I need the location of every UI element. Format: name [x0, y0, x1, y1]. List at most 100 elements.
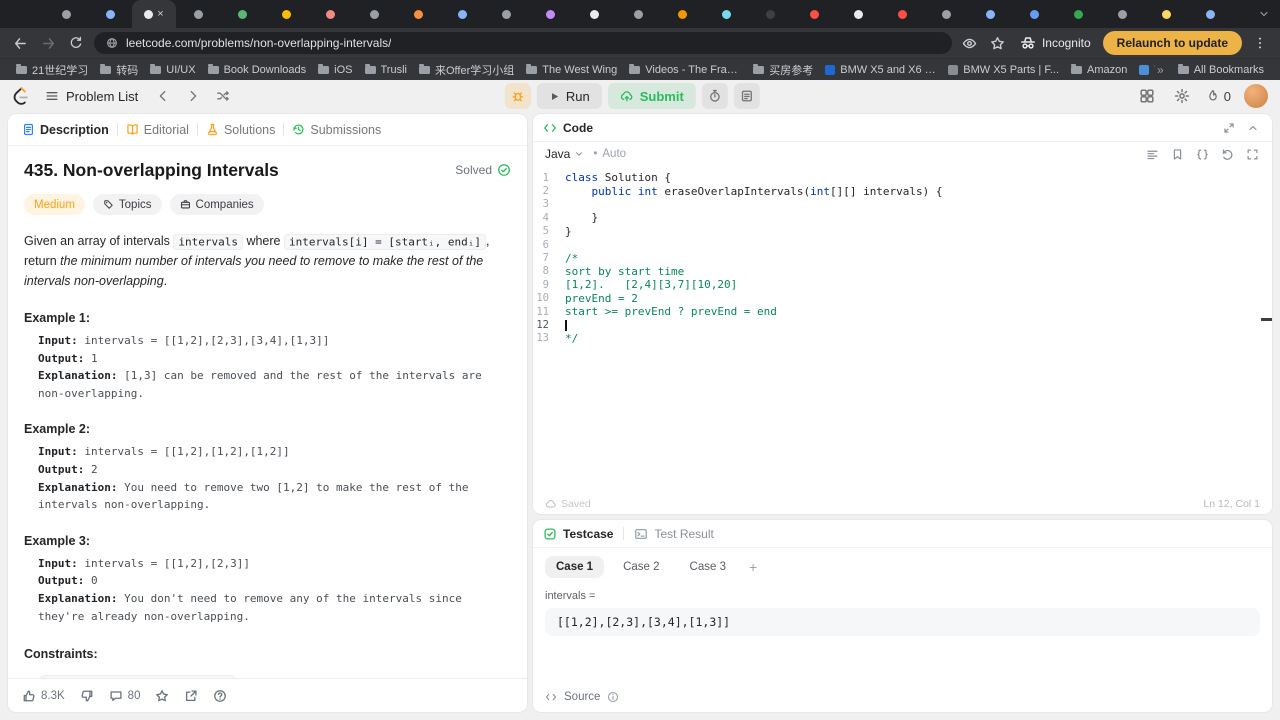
bookmark-item[interactable]: Amazon: [1065, 60, 1133, 80]
code-line[interactable]: 7/*: [533, 251, 1272, 265]
dislike-button[interactable]: [80, 689, 94, 703]
browser-tab[interactable]: [880, 0, 924, 28]
url-text[interactable]: leetcode.com/problems/non-overlapping-in…: [126, 36, 391, 50]
run-button[interactable]: Run: [536, 83, 602, 109]
reload-icon[interactable]: [66, 33, 86, 53]
panel-collapse-chevron-icon[interactable]: [1244, 119, 1262, 137]
bookmark-star-icon[interactable]: [988, 33, 1008, 53]
bookmark-item[interactable]: 转码: [94, 60, 144, 80]
bookmark-item[interactable]: BMW X5 Parts | F...: [942, 60, 1065, 80]
case-2-tab[interactable]: Case 2: [612, 556, 670, 578]
code-line[interactable]: 9 [1,2]. [2,4][3,7][10,20]: [533, 278, 1272, 291]
browser-tab[interactable]: [1100, 0, 1144, 28]
browser-tab[interactable]: [924, 0, 968, 28]
feedback-button[interactable]: [213, 689, 227, 703]
browser-tab[interactable]: [264, 0, 308, 28]
favorite-button[interactable]: [155, 689, 169, 703]
browser-tab[interactable]: [220, 0, 264, 28]
braces-icon[interactable]: [1194, 146, 1210, 162]
bookmark-item[interactable]: UI/UX: [144, 60, 201, 80]
browser-tab[interactable]: [176, 0, 220, 28]
tab-editorial[interactable]: Editorial: [118, 114, 197, 145]
topics-pill[interactable]: Topics: [92, 194, 162, 215]
info-circle-icon[interactable]: [607, 691, 619, 703]
code-line[interactable]: 5}: [533, 225, 1272, 238]
browser-tab[interactable]: [572, 0, 616, 28]
bookmark-item[interactable]: iOS: [312, 60, 358, 80]
browser-tab[interactable]: [352, 0, 396, 28]
next-problem-icon[interactable]: [182, 85, 204, 107]
browser-tab[interactable]: [528, 0, 572, 28]
code-line[interactable]: 4 }: [533, 211, 1272, 224]
bookmark-item[interactable]: BMW X5 and X6 F...: [819, 60, 942, 80]
code-line[interactable]: 2 public int eraseOverlapIntervals(int[]…: [533, 184, 1272, 198]
prev-problem-icon[interactable]: [152, 85, 174, 107]
back-icon[interactable]: [10, 33, 30, 53]
browser-tab[interactable]: [1012, 0, 1056, 28]
address-bar[interactable]: leetcode.com/problems/non-overlapping-in…: [94, 32, 952, 54]
browser-tab[interactable]: [44, 0, 88, 28]
browser-tab[interactable]: [836, 0, 880, 28]
bookmark-item[interactable]: Vehicle Landing Pa...: [1133, 60, 1155, 80]
reset-code-icon[interactable]: [1219, 146, 1235, 162]
browser-tab[interactable]: [1144, 0, 1188, 28]
code-line[interactable]: 8 sort by start time: [533, 265, 1272, 278]
case-3-tab[interactable]: Case 3: [679, 556, 737, 578]
daily-streak[interactable]: 0: [1206, 89, 1231, 104]
avatar[interactable]: [1244, 84, 1268, 108]
browser-tab[interactable]: [792, 0, 836, 28]
code-line[interactable]: 10 prevEnd = 2: [533, 292, 1272, 305]
tab-search-chevron-icon[interactable]: [1254, 0, 1274, 28]
bookmarks-overflow-icon[interactable]: »: [1157, 63, 1164, 77]
language-select[interactable]: Java: [545, 147, 584, 161]
browser-tab[interactable]: [704, 0, 748, 28]
panel-expand-icon[interactable]: [1220, 119, 1238, 137]
testcase-tab[interactable]: Testcase: [563, 527, 613, 541]
browser-tab[interactable]: [660, 0, 704, 28]
browser-tab[interactable]: [88, 0, 132, 28]
code-line[interactable]: 1 class Solution {: [533, 171, 1272, 184]
fullscreen-icon[interactable]: [1244, 146, 1260, 162]
leetcode-logo[interactable]: [12, 86, 31, 106]
companies-pill[interactable]: Companies: [169, 194, 264, 215]
bookmark-item[interactable]: Trusli: [359, 60, 413, 80]
browser-tab[interactable]: [308, 0, 352, 28]
notes-button[interactable]: [733, 83, 760, 109]
tab-solutions[interactable]: Solutions: [198, 114, 283, 145]
browser-tab[interactable]: [396, 0, 440, 28]
tab-submissions[interactable]: Submissions: [284, 114, 389, 145]
browser-tab-active[interactable]: ×: [132, 0, 176, 28]
browser-menu-icon[interactable]: [1250, 33, 1270, 53]
code-line[interactable]: 6: [533, 238, 1272, 251]
bookmark-item[interactable]: The West Wing: [520, 60, 623, 80]
browser-tab[interactable]: [1188, 0, 1232, 28]
browser-tab[interactable]: [440, 0, 484, 28]
submit-button[interactable]: Submit: [607, 83, 696, 109]
code-line[interactable]: 3: [533, 198, 1272, 211]
bookmark-item[interactable]: Videos - The Fran...: [623, 60, 747, 80]
code-line[interactable]: 12: [533, 318, 1272, 331]
bookmark-item[interactable]: 买房参考: [747, 60, 819, 80]
format-code-icon[interactable]: [1144, 146, 1160, 162]
shuffle-icon[interactable]: [212, 85, 234, 107]
browser-tab[interactable]: [748, 0, 792, 28]
bookmark-item[interactable]: 来Offer学习小组: [413, 60, 520, 80]
browser-tab[interactable]: [484, 0, 528, 28]
forward-icon[interactable]: [38, 33, 58, 53]
code-line[interactable]: 11 start >= prevEnd ? prevEnd = end: [533, 305, 1272, 318]
add-case-icon[interactable]: +: [745, 559, 761, 575]
tab-close-icon[interactable]: ×: [157, 8, 163, 20]
bookmark-item[interactable]: 21世纪学习: [10, 60, 94, 80]
browser-tab[interactable]: [616, 0, 660, 28]
difficulty-badge[interactable]: Medium: [24, 194, 85, 215]
share-button[interactable]: [184, 689, 198, 703]
debugger-button[interactable]: [504, 83, 531, 109]
eye-icon[interactable]: [960, 33, 980, 53]
settings-gear-icon[interactable]: [1171, 85, 1193, 107]
test-result-tab[interactable]: Test Result: [654, 527, 713, 541]
browser-tab[interactable]: [1056, 0, 1100, 28]
source-label[interactable]: Source: [564, 691, 600, 703]
param-value-input[interactable]: [[1,2],[2,3],[3,4],[1,3]]: [545, 608, 1260, 636]
code-editor[interactable]: 1 class Solution {2 public int eraseOverl…: [533, 166, 1272, 494]
timer-button[interactable]: [701, 83, 728, 109]
